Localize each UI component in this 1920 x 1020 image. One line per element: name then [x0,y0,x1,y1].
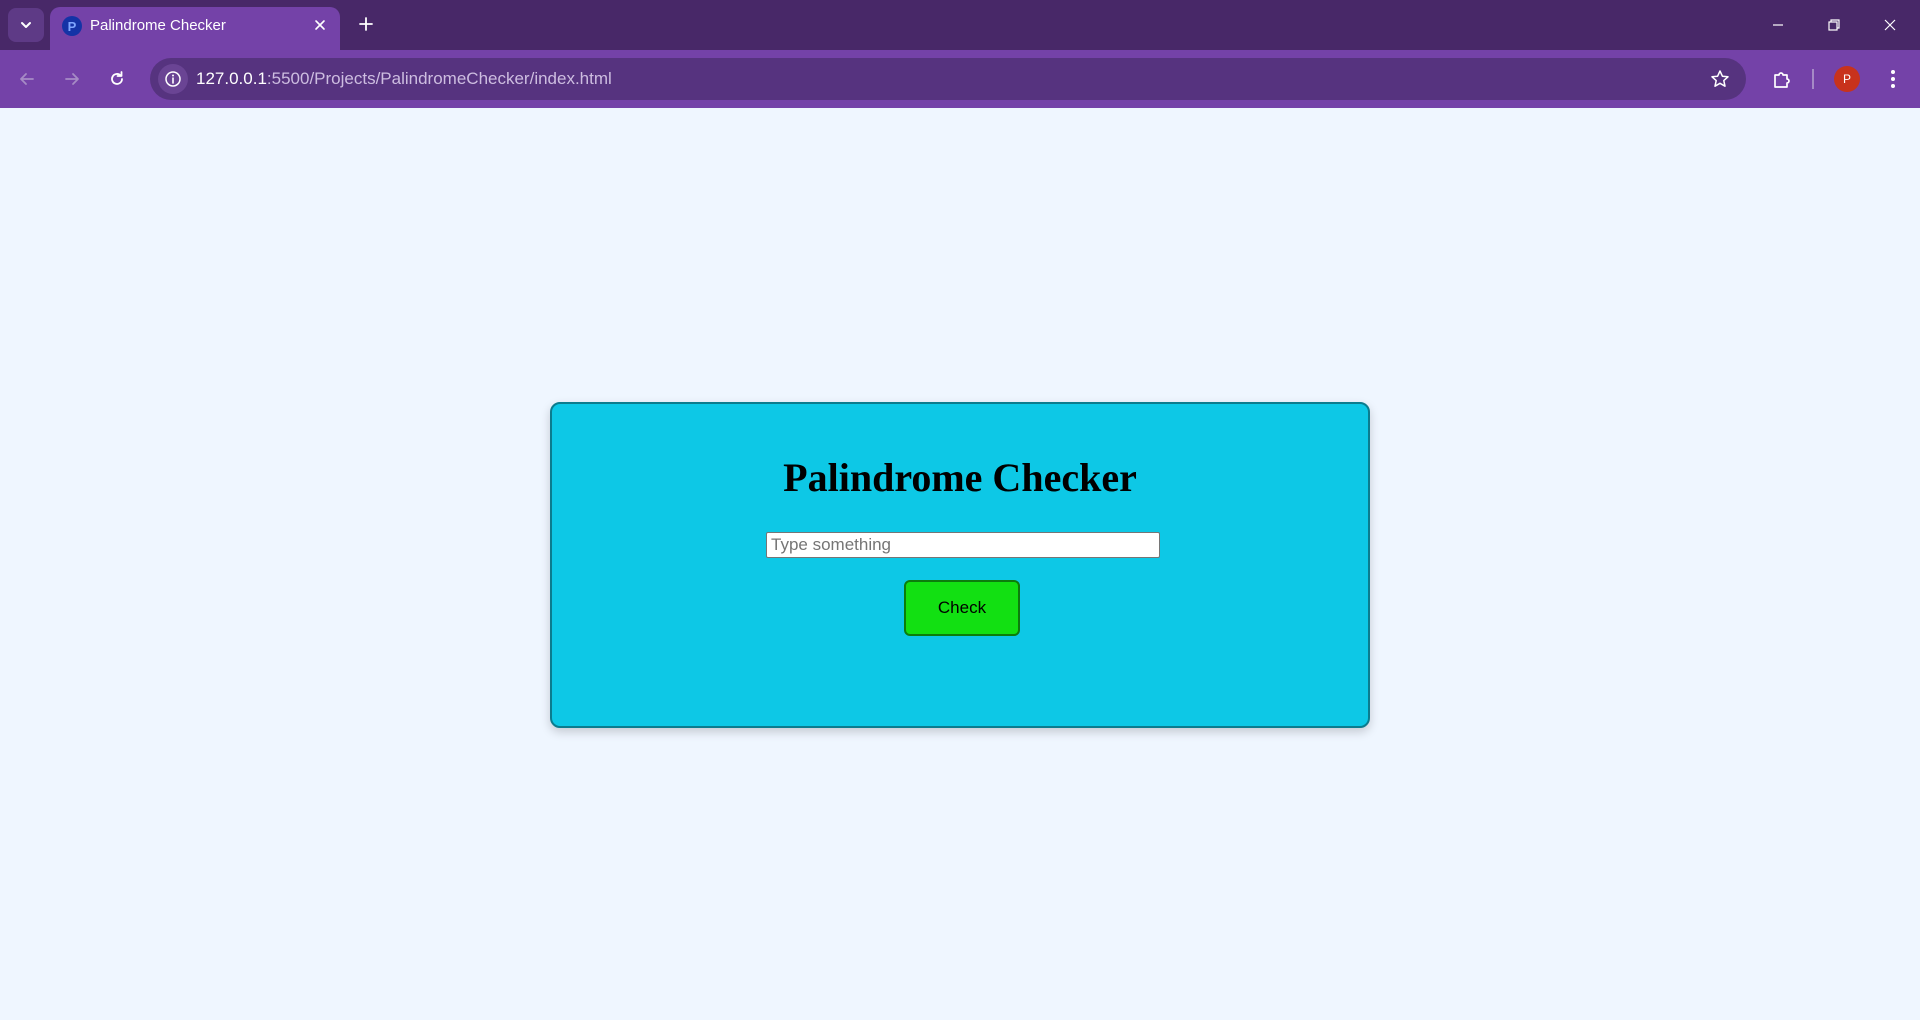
back-button[interactable] [12,64,42,94]
restore-icon [1828,19,1840,31]
tab-strip: P Palindrome Checker [0,0,1920,50]
check-button[interactable]: Check [904,580,1020,636]
close-icon [315,20,325,30]
site-info-button[interactable] [158,64,188,94]
close-icon [1884,19,1896,31]
palindrome-input[interactable] [766,532,1160,558]
minimize-button[interactable] [1750,0,1806,50]
minimize-icon [1773,24,1783,26]
profile-avatar[interactable]: P [1834,66,1860,92]
url-path: :5500/Projects/PalindromeChecker/index.h… [266,69,612,88]
restore-button[interactable] [1806,0,1862,50]
star-icon [1711,70,1729,87]
tab-close-button[interactable] [308,13,332,37]
new-tab-button[interactable] [352,10,380,38]
tab-favicon-icon: P [62,16,82,36]
plus-icon [359,17,373,31]
toolbar-divider [1812,69,1814,89]
tab-search-button[interactable] [8,8,44,42]
puzzle-icon [1774,72,1790,88]
more-vertical-icon [1891,70,1895,88]
menu-button[interactable] [1878,64,1908,94]
chevron-down-icon [21,22,31,28]
page-viewport: Palindrome Checker Check [0,108,1920,1020]
url-host: 127.0.0.1 [196,69,267,88]
extensions-button[interactable] [1767,64,1797,94]
info-icon [165,71,181,87]
page-title: Palindrome Checker [783,455,1137,500]
reload-icon [111,71,123,85]
palindrome-card: Palindrome Checker Check [550,402,1370,728]
address-bar[interactable]: 127.0.0.1:5500/Projects/PalindromeChecke… [150,58,1746,100]
close-window-button[interactable] [1862,0,1918,50]
browser-toolbar: 127.0.0.1:5500/Projects/PalindromeChecke… [0,50,1920,108]
active-tab[interactable]: P Palindrome Checker [50,7,340,50]
reload-button[interactable] [102,64,132,94]
tab-title: Palindrome Checker [90,17,226,34]
url-text[interactable]: 127.0.0.1:5500/Projects/PalindromeChecke… [196,69,612,89]
forward-button[interactable] [57,64,87,94]
arrow-left-icon [20,73,34,85]
bookmark-button[interactable] [1706,65,1734,93]
arrow-right-icon [65,73,79,85]
